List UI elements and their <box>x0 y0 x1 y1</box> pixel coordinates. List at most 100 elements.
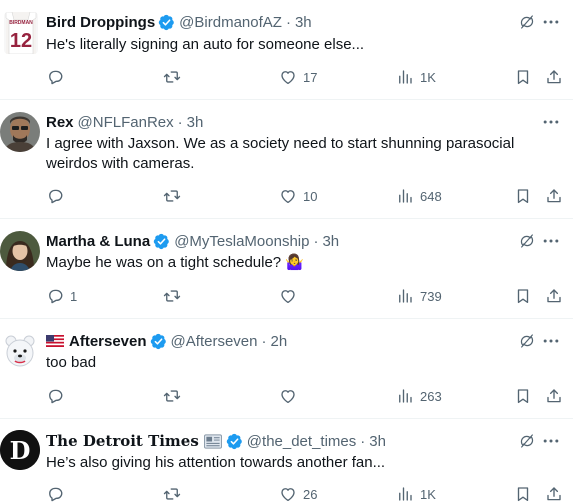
avatar-jersey-name: BIRDMAN <box>9 20 33 26</box>
views-button[interactable]: 739 <box>396 286 442 306</box>
reply-icon <box>46 387 64 405</box>
more-icon[interactable] <box>541 112 561 132</box>
retweet-button[interactable] <box>163 286 187 306</box>
bookmark-icon <box>514 387 532 405</box>
retweet-button[interactable] <box>163 67 187 87</box>
share-icon <box>545 387 563 405</box>
views-button[interactable]: 1K <box>396 484 436 503</box>
tweet-text: Maybe he was on a tight schedule? 🤷‍♀️ <box>46 254 304 271</box>
share-button[interactable] <box>545 286 563 306</box>
reply-button[interactable] <box>46 67 70 87</box>
timestamp[interactable]: 3h <box>187 114 204 131</box>
avatar-jersey-number: 12 <box>10 30 32 52</box>
display-name[interactable]: Rex <box>46 114 74 131</box>
reply-button[interactable]: 1 <box>46 286 77 306</box>
display-name[interactable]: The Detroit Times <box>46 432 199 450</box>
reply-icon <box>46 485 64 503</box>
timestamp[interactable]: 2h <box>270 333 287 350</box>
tweet-header: Bird Droppings @BirdmanofAZ · 3h <box>46 12 573 32</box>
newspaper-emoji-icon <box>203 433 222 449</box>
reply-count: 1 <box>70 288 78 304</box>
bookmark-button[interactable] <box>514 286 532 306</box>
tweet[interactable]: Rex @NFLFanRex · 3h I agree with Jaxson.… <box>0 100 573 219</box>
reply-button[interactable] <box>46 386 70 406</box>
share-button[interactable] <box>545 484 563 503</box>
reply-icon <box>46 287 64 305</box>
retweet-button[interactable] <box>163 186 187 206</box>
avatar[interactable] <box>0 331 40 371</box>
retweet-button[interactable] <box>163 386 187 406</box>
bear-avatar-image <box>0 331 40 371</box>
user-handle[interactable]: @Afterseven <box>171 333 258 350</box>
user-handle[interactable]: @NFLFanRex <box>78 114 174 131</box>
share-button[interactable] <box>545 67 563 87</box>
tweet-header: Afterseven @Afterseven · 2h <box>46 331 573 351</box>
tweet[interactable]: Martha & Luna @MyTeslaMoonship · 3h Mayb… <box>0 219 573 319</box>
views-button[interactable]: 263 <box>396 386 442 406</box>
grok-icon[interactable] <box>519 233 535 249</box>
separator-dot: · <box>177 113 183 131</box>
timestamp[interactable]: 3h <box>295 14 312 31</box>
timestamp[interactable]: 3h <box>369 433 386 450</box>
bookmark-button[interactable] <box>514 484 532 503</box>
like-count: 26 <box>303 486 318 502</box>
tweet[interactable]: Afterseven @Afterseven · 2h too bad 263 <box>0 319 573 419</box>
user-handle[interactable]: @MyTeslaMoonship <box>174 233 309 250</box>
tweet[interactable]: D The Detroit Times @the_det_times · 3h … <box>0 419 573 503</box>
bookmark-button[interactable] <box>514 67 532 87</box>
user-handle[interactable]: @the_det_times <box>247 433 356 450</box>
reply-icon <box>46 68 64 86</box>
detroit-times-logo-avatar: D <box>0 430 40 470</box>
bookmark-icon <box>514 68 532 86</box>
bookmark-button[interactable] <box>514 386 532 406</box>
retweet-icon <box>163 485 181 503</box>
more-icon[interactable] <box>541 431 561 451</box>
like-button[interactable] <box>279 286 303 306</box>
user-photo-avatar <box>0 231 40 271</box>
like-button[interactable] <box>279 386 303 406</box>
avatar[interactable] <box>0 112 40 152</box>
heart-icon <box>279 68 297 86</box>
retweet-button[interactable] <box>163 484 187 503</box>
tweet[interactable]: BIRDMAN 12 Bird Droppings @BirdmanofAZ ·… <box>0 0 573 100</box>
tweet-header: The Detroit Times @the_det_times · 3h <box>46 431 573 451</box>
display-name[interactable]: Martha & Luna <box>46 233 150 250</box>
share-icon <box>545 485 563 503</box>
heart-icon <box>279 287 297 305</box>
like-button[interactable]: 10 <box>279 186 317 206</box>
grok-icon[interactable] <box>519 333 535 349</box>
view-count: 1K <box>420 486 436 502</box>
verified-badge-icon <box>226 433 243 450</box>
bookmark-button[interactable] <box>514 186 532 206</box>
reply-button[interactable] <box>46 484 70 503</box>
share-button[interactable] <box>545 386 563 406</box>
heart-icon <box>279 187 297 205</box>
retweet-icon <box>163 387 181 405</box>
reply-button[interactable] <box>46 186 70 206</box>
timestamp[interactable]: 3h <box>322 233 339 250</box>
separator-dot: · <box>261 332 267 350</box>
tweet-header: Martha & Luna @MyTeslaMoonship · 3h <box>46 231 573 251</box>
grok-icon[interactable] <box>519 433 535 449</box>
avatar[interactable] <box>0 231 40 271</box>
more-icon[interactable] <box>541 331 561 351</box>
like-button[interactable]: 26 <box>279 484 317 503</box>
avatar[interactable]: D <box>0 430 40 470</box>
more-icon[interactable] <box>541 12 561 32</box>
separator-dot: · <box>313 232 319 250</box>
like-button[interactable]: 17 <box>279 67 317 87</box>
display-name[interactable]: Afterseven <box>69 333 147 350</box>
avatar[interactable]: BIRDMAN 12 <box>4 12 38 54</box>
user-handle[interactable]: @BirdmanofAZ <box>179 14 282 31</box>
separator-dot: · <box>285 13 291 31</box>
heart-icon <box>279 387 297 405</box>
share-button[interactable] <box>545 186 563 206</box>
like-count: 10 <box>303 188 318 204</box>
display-name[interactable]: Bird Droppings <box>46 14 155 31</box>
views-icon <box>396 387 414 405</box>
more-icon[interactable] <box>541 231 561 251</box>
retweet-icon <box>163 68 181 86</box>
views-button[interactable]: 648 <box>396 186 442 206</box>
grok-icon[interactable] <box>519 14 535 30</box>
views-button[interactable]: 1K <box>396 67 436 87</box>
